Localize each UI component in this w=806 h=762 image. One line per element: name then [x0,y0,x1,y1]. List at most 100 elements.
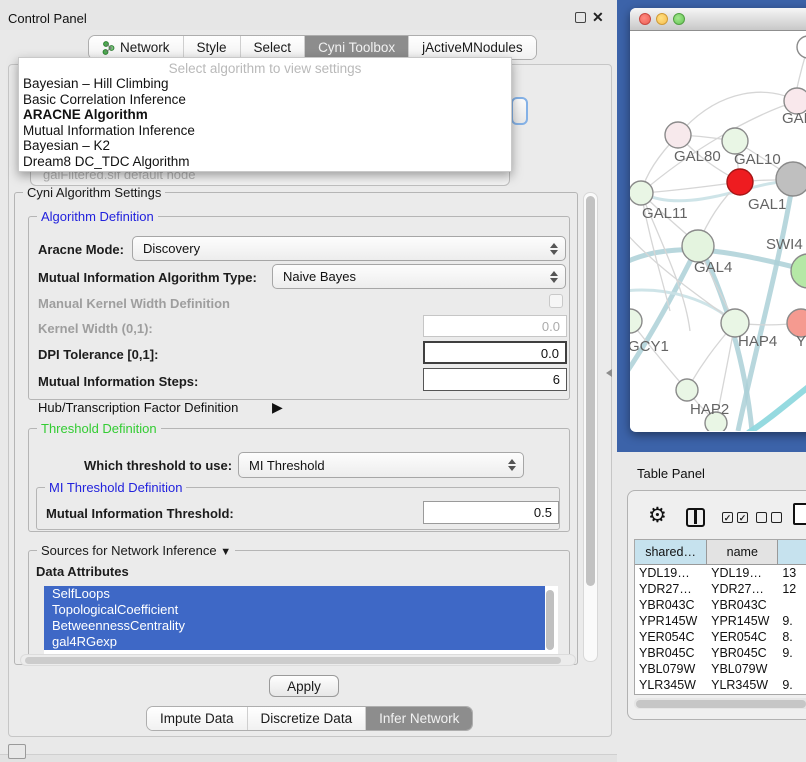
table-cell[interactable] [778,597,806,613]
split-divider-arrow[interactable] [606,369,612,377]
table-cell[interactable]: 9. [778,613,806,629]
table-cell[interactable]: 8. [778,629,806,645]
table-cell[interactable]: 12 [778,581,806,597]
scrollbar-thumb[interactable] [636,700,806,708]
table-row[interactable]: YPR145WYPR145W9. [635,613,806,629]
data-attribute-item[interactable]: BetweennessCentrality [44,618,545,634]
network-canvas[interactable]: GALGAL80GAL10GAL1GAL11SWI4GAL4GCY1HAP4YH… [630,31,806,431]
minimize-traffic-light[interactable] [656,13,668,25]
table-cell[interactable]: 0. [778,693,806,695]
table-cell[interactable]: YBL079W [635,661,707,677]
mi-steps-field[interactable]: 6 [423,368,567,391]
settings-horizontal-scrollbar[interactable] [20,654,576,666]
data-attribute-item[interactable]: SelfLoops [44,586,545,602]
float-panel-icon[interactable] [575,12,586,23]
table-cell[interactable]: YIL052C [635,693,707,695]
close-traffic-light[interactable] [639,13,651,25]
node-gal80[interactable] [665,122,691,148]
node-gcy1[interactable] [630,309,642,333]
close-icon[interactable]: ✕ [592,9,604,26]
table-cell[interactable]: YBR043C [707,597,778,613]
table-cell[interactable]: YLR345W [707,677,778,693]
table-row[interactable]: YBL079WYBL079W [635,661,806,677]
select-all-columns-icon[interactable]: ✓ ✓ [722,512,748,523]
tab-cyni-toolbox[interactable]: Cyni Toolbox [305,36,409,59]
mi-steps-label: Mutual Information Steps: [38,374,198,389]
table-cell[interactable]: YDR27… [635,581,707,597]
node-swi4[interactable] [791,254,806,288]
data-attribute-item[interactable]: TopologicalCoefficient [44,602,545,618]
table-cell[interactable]: YBR045C [707,645,778,661]
column-header-clipped[interactable] [778,540,806,564]
table-cell[interactable]: YDR27… [707,581,778,597]
node[interactable] [797,36,806,58]
tab-jactivemnodules[interactable]: jActiveMNodules [409,36,536,59]
column-header-shared-name[interactable]: shared… [635,540,707,564]
table-row[interactable]: YDR27…YDR27…12 [635,581,806,597]
focused-combo-button[interactable] [511,97,528,125]
node-gal11[interactable] [630,181,653,205]
network-view-window[interactable]: GALGAL80GAL10GAL1GAL11SWI4GAL4GCY1HAP4YH… [630,8,806,432]
table-cell[interactable]: YER054C [707,629,778,645]
node-gal4[interactable] [682,230,714,262]
algorithm-option[interactable]: ARACNE Algorithm [19,107,511,123]
hide-panel-button[interactable] [8,744,26,759]
table-cell[interactable]: YDL19… [635,565,707,581]
table-cell[interactable]: YBR043C [635,597,707,613]
table-cell[interactable]: YBL079W [707,661,778,677]
table-row[interactable]: YBR045CYBR045C9. [635,645,806,661]
algorithm-option[interactable]: Dream8 DC_TDC Algorithm [19,154,511,170]
node-gal1[interactable] [727,169,753,195]
tab-select[interactable]: Select [241,36,306,59]
export-table-icon[interactable] [793,503,806,525]
table-row[interactable]: YDL19…YDL19…13 [635,565,806,581]
table-horizontal-scrollbar[interactable] [634,698,806,709]
table-cell[interactable]: YER054C [635,629,707,645]
table-cell[interactable]: 9. [778,677,806,693]
tab-discretize-data[interactable]: Discretize Data [248,707,367,730]
scrollbar-thumb[interactable] [25,657,561,664]
data-attribute-item[interactable]: gal4RGexp [44,634,545,650]
algorithm-option[interactable]: Mutual Information Inference [19,123,511,139]
column-header-name[interactable]: name [707,540,778,564]
tab-infer-network[interactable]: Infer Network [366,707,472,730]
algorithm-option[interactable]: Basic Correlation Inference [19,92,511,108]
column-layout-icon[interactable] [686,508,705,527]
algorithm-option[interactable]: Bayesian – Hill Climbing [19,76,511,92]
table-cell[interactable]: YBR045C [635,645,707,661]
tab-network[interactable]: Network [89,36,184,59]
dpi-tolerance-field[interactable]: 0.0 [423,341,567,364]
table-row[interactable]: YIL052CYIL052C0. [635,693,806,695]
scrollbar-thumb[interactable] [586,196,595,586]
aracne-mode-combo[interactable]: Discovery [132,236,566,261]
table-cell[interactable]: 13 [778,565,806,581]
table-cell[interactable]: YPR145W [635,613,707,629]
collapse-arrow-icon[interactable]: ▼ [220,546,231,558]
table-cell[interactable]: YPR145W [707,613,778,629]
mi-algorithm-type-combo[interactable]: Naive Bayes [272,264,566,289]
algorithm-option[interactable]: Bayesian – K2 [19,138,511,154]
table-cell[interactable]: 9. [778,645,806,661]
table-cell[interactable] [778,661,806,677]
mi-threshold-field[interactable]: 0.5 [423,501,559,524]
expand-arrow-icon[interactable]: ▶ [272,399,283,416]
node-hap2[interactable] [676,379,698,401]
list-scrollbar-thumb[interactable] [546,590,554,650]
apply-button[interactable]: Apply [269,675,339,697]
deselect-all-columns-icon[interactable] [756,512,782,523]
gear-icon[interactable]: ⚙ [648,505,667,526]
table-row[interactable]: YBR043CYBR043C [635,597,806,613]
table-cell[interactable]: YLR345W [635,677,707,693]
table-cell[interactable]: YDL19… [707,565,778,581]
table-row[interactable]: YER054CYER054C8. [635,629,806,645]
kernel-width-field[interactable]: 0.0 [423,315,567,337]
manual-kernel-checkbox[interactable] [549,294,563,308]
tab-impute-data[interactable]: Impute Data [147,707,248,730]
which-threshold-combo[interactable]: MI Threshold [238,452,524,478]
table-cell[interactable]: YIL052C [707,693,778,695]
table-row[interactable]: YLR345WYLR345W9. [635,677,806,693]
tab-style[interactable]: Style [184,36,241,59]
window-titlebar[interactable] [630,8,806,31]
settings-vertical-scrollbar[interactable] [583,192,598,662]
zoom-traffic-light[interactable] [673,13,685,25]
